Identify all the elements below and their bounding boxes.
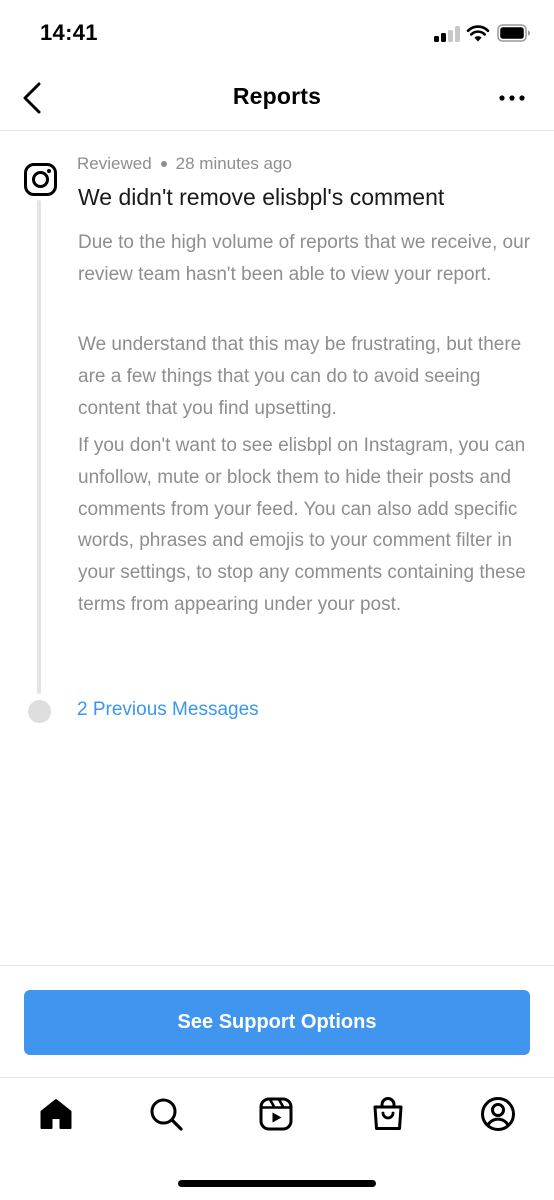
- shop-icon: [373, 1097, 403, 1130]
- separator-dot: [160, 161, 167, 167]
- more-icon: [499, 95, 525, 101]
- timeline-dot: [28, 700, 51, 723]
- tab-reels[interactable]: [254, 1092, 298, 1136]
- wifi-icon: [466, 25, 490, 42]
- timeline-line: [37, 200, 41, 694]
- report-paragraph: We understand that this may be frustrati…: [78, 334, 522, 419]
- status-time: 14:41: [40, 20, 98, 45]
- home-icon: [40, 1099, 72, 1129]
- report-title: We didn't remove elisbpl's comment: [78, 184, 445, 210]
- page-title: Reports: [232, 83, 322, 109]
- nav-bar: Reports: [0, 70, 554, 131]
- tab-home[interactable]: [34, 1092, 78, 1136]
- search-icon: [150, 1098, 183, 1131]
- tab-search[interactable]: [144, 1092, 188, 1136]
- status-bar: 14:41: [0, 0, 554, 70]
- battery-icon: [497, 24, 530, 42]
- report-paragraph: Due to the high volume of reports that w…: [78, 232, 531, 285]
- reels-icon: [259, 1097, 293, 1131]
- tab-shop[interactable]: [366, 1092, 410, 1136]
- instagram-icon: [24, 163, 57, 196]
- see-support-options-button[interactable]: See Support Options: [24, 990, 530, 1055]
- cellular-signal-icon: [434, 26, 460, 42]
- report-paragraph: If you don't want to see elisbpl on Inst…: [78, 435, 526, 615]
- divider: [0, 965, 554, 966]
- report-status: Reviewed: [77, 154, 152, 173]
- home-indicator: [178, 1180, 376, 1187]
- tab-bar: [0, 1078, 554, 1158]
- tab-profile[interactable]: [476, 1092, 520, 1136]
- profile-icon: [481, 1097, 515, 1131]
- more-options-button[interactable]: [496, 84, 528, 112]
- report-meta: Reviewed 28 minutes ago: [77, 154, 292, 174]
- previous-messages-link[interactable]: 2 Previous Messages: [77, 699, 259, 721]
- report-time: 28 minutes ago: [175, 154, 292, 173]
